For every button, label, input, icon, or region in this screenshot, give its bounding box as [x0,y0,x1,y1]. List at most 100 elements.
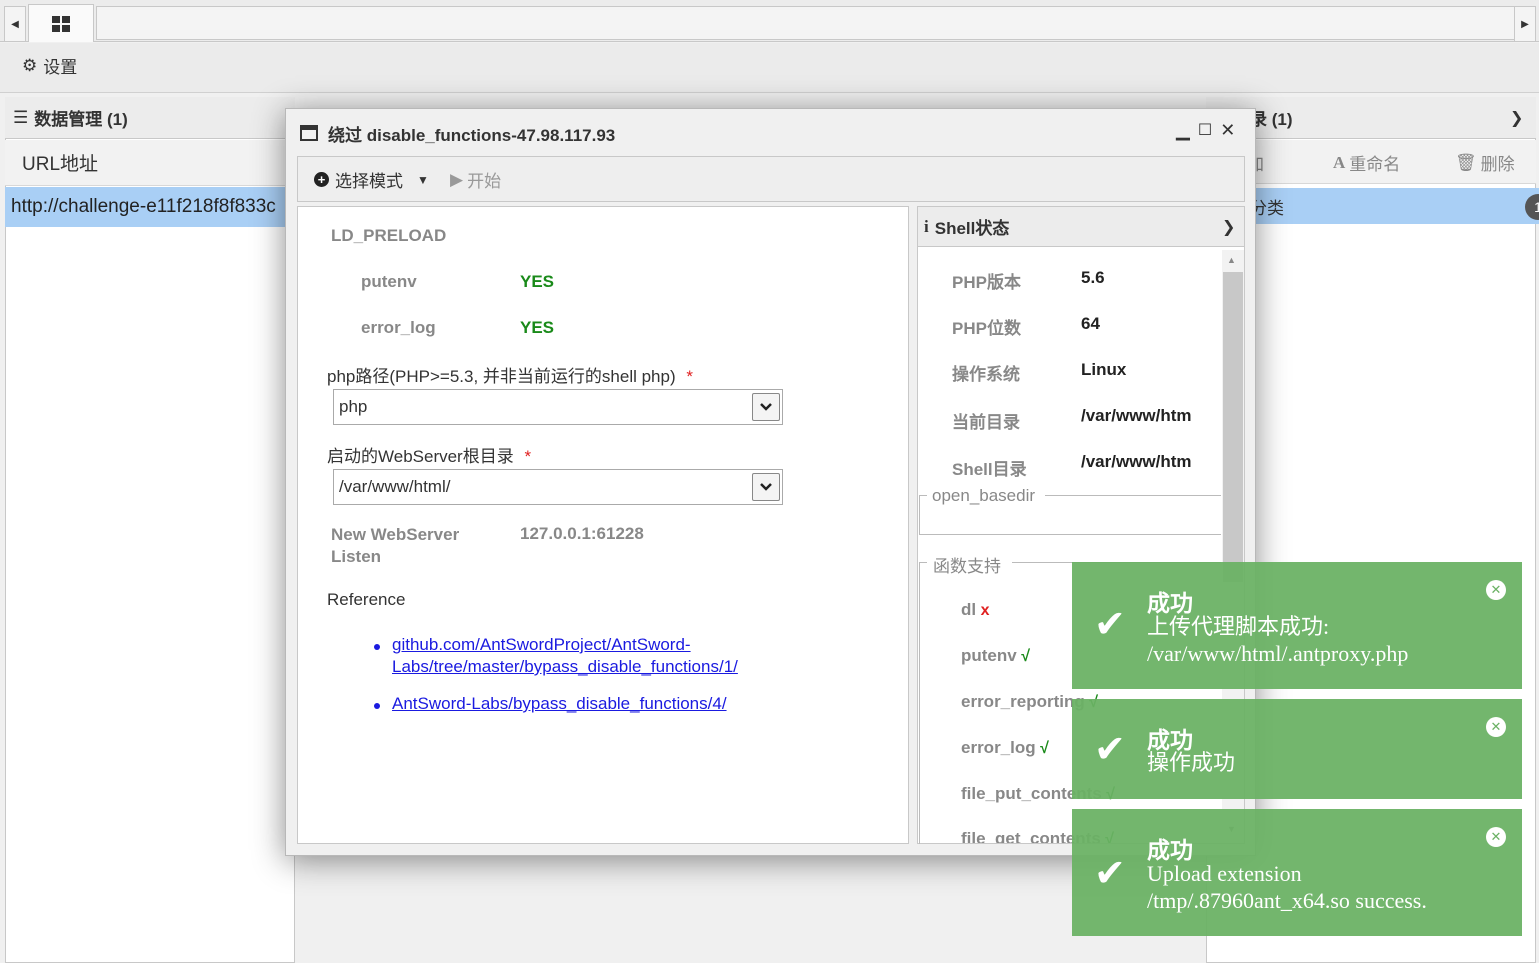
tab-strip [96,6,1516,40]
php-path-label-row: php路径(PHP>=5.3, 并非当前运行的shell php) * [327,362,693,387]
function-mark: √ [1040,740,1049,757]
info-icon: i [924,216,929,236]
check-icon: ✔ [1094,851,1126,895]
shell-scrollbar-thumb[interactable] [1223,272,1243,582]
info-value: /var/www/htm [1081,406,1192,425]
toast-line: 上传代理脚本成功: [1147,614,1330,639]
dialog-toolbar [297,156,1245,202]
reference-link[interactable]: github.com/AntSwordProject/AntSword- Lab… [392,634,738,678]
delete-category-button[interactable]: 🗑 删除 [1455,150,1515,175]
rename-category-label: 重命名 [1349,155,1401,174]
function-item: dl x [961,600,989,620]
grid-icon [52,15,70,32]
function-item: error_log √ [961,738,1049,758]
php-path-value: php [339,397,368,416]
data-management-title: 数据管理 (1) [34,110,128,129]
chevron-down-icon[interactable] [752,393,780,421]
list-icon: ☰ [13,107,29,127]
function-mark: x [980,602,990,619]
settings-label: 设置 [43,58,78,77]
reference-label: Reference [327,590,406,609]
close-icon[interactable]: ✕ [1486,827,1506,847]
tab-scroll-right-button[interactable]: ▶ [1514,6,1536,42]
toast-notification: ✔ 成功 上传代理脚本成功: /var/www/html/.antproxy.p… [1072,562,1522,689]
required-mark: * [686,367,693,386]
fieldset-line [919,562,920,844]
required-mark: * [524,447,532,466]
bullet [374,703,380,709]
select-mode-dropdown[interactable]: + 选择模式 ▼ [314,167,429,192]
function-name: error_log [961,738,1036,757]
toast-message: Upload extension /tmp/.87960ant_x64.so s… [1147,860,1427,914]
toast-message: 上传代理脚本成功: /var/www/html/.antproxy.php [1147,613,1408,667]
minimize-icon[interactable]: ▁ [1176,120,1190,141]
caret-down-icon: ▼ [417,172,429,187]
close-icon[interactable]: ✕ [1486,580,1506,600]
reference-link[interactable]: AntSword-Labs/bypass_disable_functions/4… [392,693,727,715]
url-column-header[interactable]: URL地址 [5,140,295,186]
toast-line: 操作成功 [1147,750,1236,775]
fieldset-line [919,562,927,563]
functions-label: 函数支持 [933,557,1001,576]
dialog-title: 绕过 disable_functions-47.98.117.93 [328,125,616,145]
link-line[interactable]: AntSword-Labs/bypass_disable_functions/4… [392,694,727,713]
scroll-up-icon[interactable]: ▲ [1227,255,1236,265]
info-value: 64 [1081,314,1100,333]
start-button[interactable]: ▶ 开始 [450,167,501,192]
info-value: 5.6 [1081,268,1105,287]
toast-message: 操作成功 [1147,749,1235,776]
dialog-window-controls: ▁ ☐ ✕ [1176,120,1235,141]
listen-value: 127.0.0.1:61228 [520,524,644,543]
close-icon[interactable]: ✕ [1486,717,1506,737]
info-key: 操作系统 [952,365,1020,384]
close-icon[interactable]: ✕ [1220,120,1235,141]
php-path-select[interactable]: php [333,389,783,425]
check-value: YES [520,318,555,337]
webroot-select[interactable]: /var/www/html/ [333,469,783,505]
data-management-header: ☰ 数据管理 (1) [5,97,295,139]
tab-scroll-left-button[interactable]: ◀ [4,6,26,42]
check-name: putenv [361,272,417,291]
maximize-icon[interactable]: ☐ [1198,120,1212,141]
gear-icon: ⚙ [22,55,38,75]
link-line[interactable]: Labs/tree/master/bypass_disable_function… [392,657,738,676]
function-mark: √ [1021,648,1030,665]
info-value: Linux [1081,360,1127,379]
delete-category-label: 删除 [1480,155,1515,174]
webroot-value: /var/www/html/ [339,477,451,496]
plus-circle-icon: + [314,172,329,187]
chevron-right-icon[interactable]: ❯ [1222,217,1235,237]
window-icon [300,125,318,141]
listen-label: New WebServer Listen [331,525,460,566]
info-value: /var/www/htm [1081,452,1192,471]
start-label: 开始 [467,172,502,191]
php-path-label: php路径(PHP>=5.3, 并非当前运行的shell php) [327,367,676,386]
font-icon: A [1333,152,1346,172]
check-value: YES [520,272,555,291]
webroot-label-row: 启动的WebServer根目录 * [327,442,531,467]
settings-button[interactable]: ⚙ 设置 [22,53,77,78]
check-name: error_log [361,318,436,337]
table-row[interactable]: http://challenge-e11f218f8f833c [5,187,295,227]
chevron-right-icon[interactable]: ❯ [1510,108,1523,128]
dialog-titlebar[interactable]: 绕过 disable_functions-47.98.117.93 [300,118,615,148]
rename-category-button[interactable]: A 重命名 [1333,150,1400,175]
function-name: putenv [961,646,1017,665]
toast-notification: ✔ 成功 Upload extension /tmp/.87960ant_x64… [1072,809,1522,936]
chevron-down-icon[interactable] [752,473,780,501]
webroot-label: 启动的WebServer根目录 [327,447,514,466]
fieldset-line [1045,495,1221,496]
toast-line: /var/www/html/.antproxy.php [1147,641,1409,666]
tab-home[interactable] [28,4,94,42]
shell-status-header: i Shell状态 [918,207,1244,247]
link-line[interactable]: github.com/AntSwordProject/AntSword- [392,635,691,654]
function-item: putenv √ [961,646,1030,666]
info-key: 当前目录 [952,413,1020,432]
function-name: dl [961,600,977,619]
info-key: PHP位数 [952,319,1021,338]
section-title: LD_PRELOAD [331,226,447,245]
play-icon: ▶ [450,169,464,189]
check-icon: ✔ [1094,602,1126,646]
open-basedir-label: open_basedir [932,486,1036,505]
fieldset-line [919,495,927,496]
